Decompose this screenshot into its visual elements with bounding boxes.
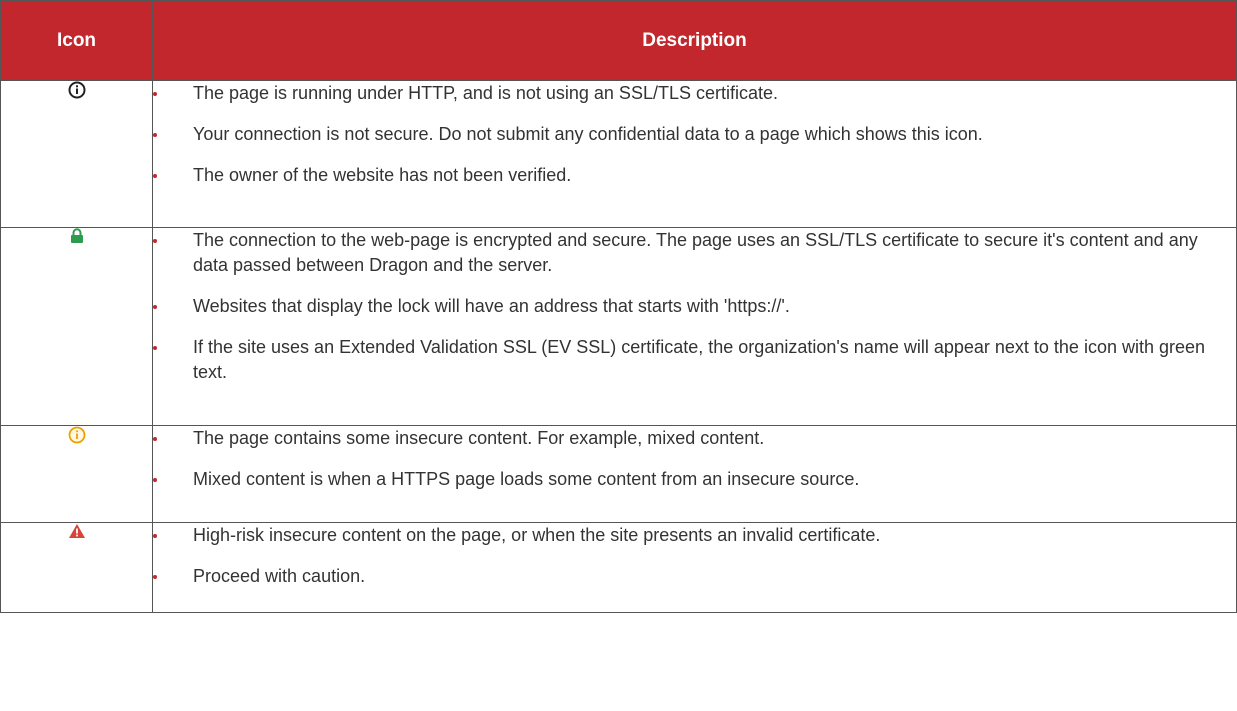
description-cell: High-risk insecure content on the page, … [152, 522, 1237, 613]
list-item: Proceed with caution. [153, 564, 1236, 589]
description-list: The page is running under HTTP, and is n… [153, 81, 1236, 188]
list-item: Websites that display the lock will have… [153, 294, 1236, 319]
description-list: The page contains some insecure content.… [153, 426, 1236, 492]
icon-cell [0, 227, 153, 426]
list-item: Mixed content is when a HTTPS page loads… [153, 467, 1236, 492]
icon-cell [0, 425, 153, 523]
list-item: High-risk insecure content on the page, … [153, 523, 1236, 548]
icon-column-header: Icon [0, 0, 153, 81]
list-item: The connection to the web-page is encryp… [153, 228, 1236, 278]
list-item: The page is running under HTTP, and is n… [153, 81, 1236, 106]
description-list: High-risk insecure content on the page, … [153, 523, 1236, 589]
icon-description-table: Icon Description The page is running und… [0, 0, 1237, 613]
list-item: The page contains some insecure content.… [153, 426, 1236, 451]
lock-icon [70, 228, 84, 249]
icon-cell [0, 80, 153, 228]
list-item: Your connection is not secure. Do not su… [153, 122, 1236, 147]
table-header-row: Icon Description [0, 0, 1237, 81]
icon-cell [0, 522, 153, 613]
danger-triangle-icon [68, 523, 86, 544]
list-item: If the site uses an Extended Validation … [153, 335, 1236, 385]
table-row: The page is running under HTTP, and is n… [0, 80, 1237, 228]
description-cell: The page is running under HTTP, and is n… [152, 80, 1237, 228]
table-row: High-risk insecure content on the page, … [0, 522, 1237, 613]
info-circle-icon [68, 81, 86, 104]
description-cell: The connection to the web-page is encryp… [152, 227, 1237, 426]
table-row: The page contains some insecure content.… [0, 425, 1237, 523]
warning-info-circle-icon [68, 426, 86, 449]
list-item: The owner of the website has not been ve… [153, 163, 1236, 188]
description-list: The connection to the web-page is encryp… [153, 228, 1236, 385]
description-column-header: Description [152, 0, 1237, 81]
table-row: The connection to the web-page is encryp… [0, 227, 1237, 426]
description-cell: The page contains some insecure content.… [152, 425, 1237, 523]
